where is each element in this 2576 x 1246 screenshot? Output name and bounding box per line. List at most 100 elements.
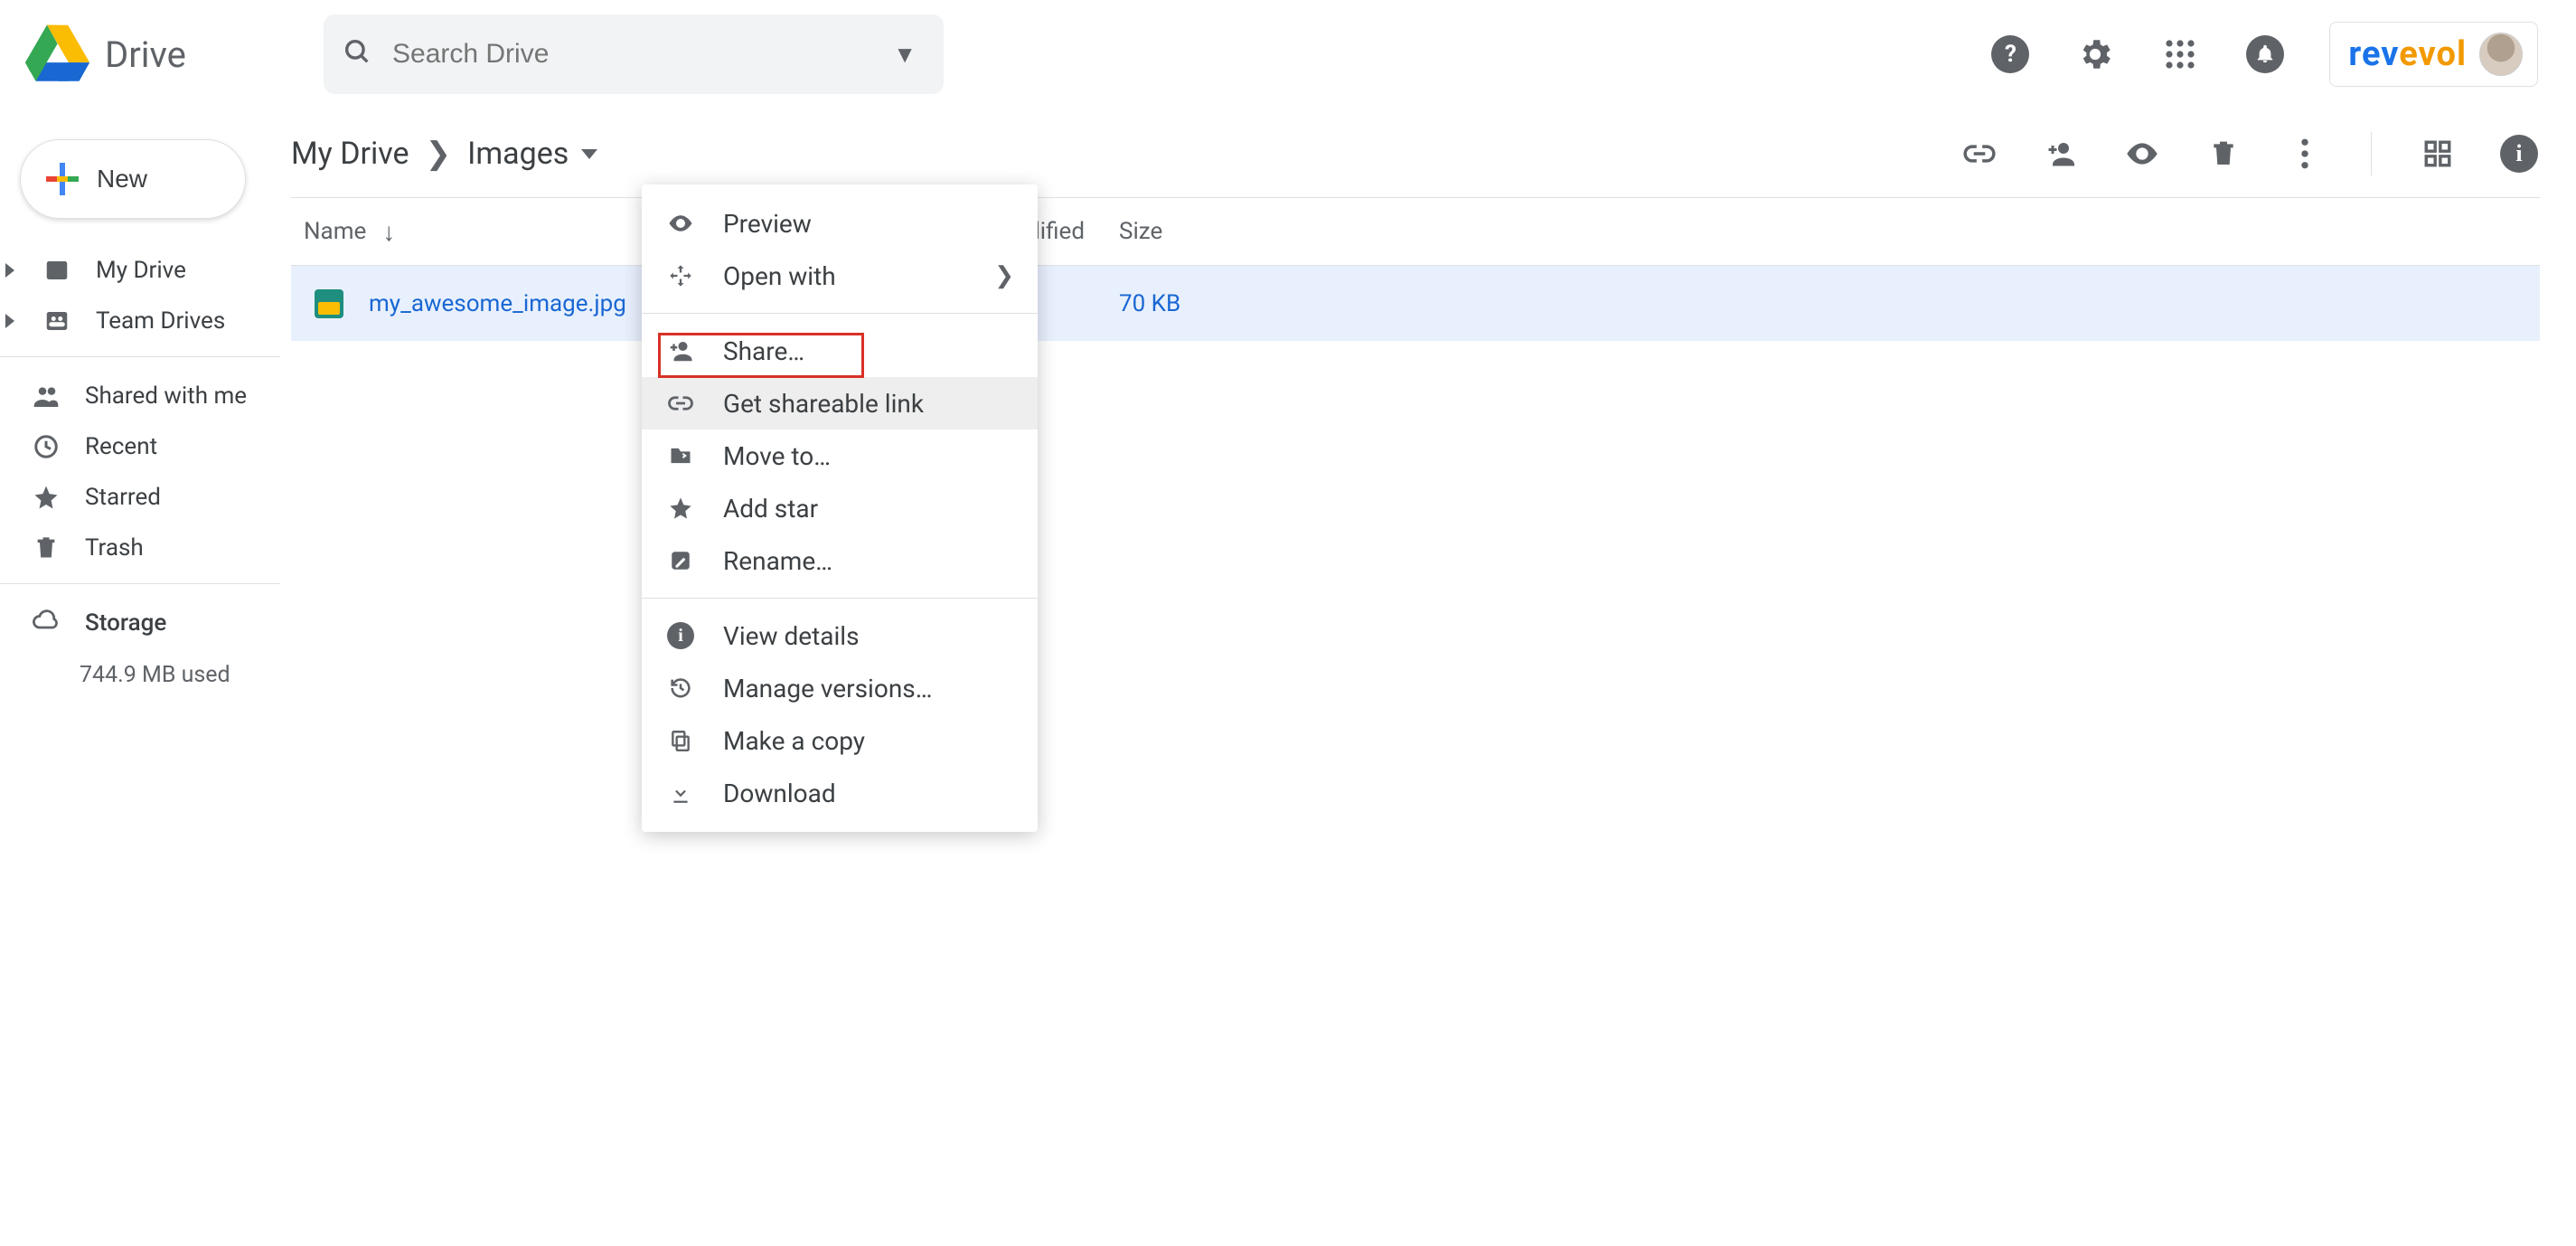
- download-icon: [665, 781, 696, 805]
- get-link-button[interactable]: [1959, 133, 2000, 175]
- table-header: Name ↓ Owner Last modified Size: [291, 198, 2540, 265]
- context-menu-download[interactable]: Download: [642, 767, 1038, 819]
- view-details-button[interactable]: i: [2498, 133, 2540, 175]
- storage-icon: [31, 609, 61, 637]
- main-content: My Drive ❯ Images i Name: [280, 109, 2576, 688]
- column-header-size[interactable]: Size: [1119, 218, 1246, 245]
- context-menu-share[interactable]: Share…: [642, 325, 1038, 377]
- sidebar-item-recent[interactable]: Recent: [0, 422, 280, 471]
- file-thumbnail-icon: [315, 289, 343, 318]
- notifications-button[interactable]: [2244, 33, 2286, 75]
- person-add-icon: [665, 337, 696, 364]
- team-drives-icon: [42, 307, 72, 335]
- person-add-icon: [2045, 137, 2077, 170]
- context-menu-label: Rename…: [723, 546, 832, 576]
- trash-icon: [31, 535, 61, 561]
- sidebar-item-label: Recent: [85, 433, 157, 460]
- star-icon: [665, 496, 696, 521]
- help-button[interactable]: ?: [1989, 33, 2031, 75]
- rename-icon: [665, 549, 696, 572]
- sidebar-item-storage[interactable]: Storage: [0, 599, 280, 647]
- trash-icon: [2209, 139, 2238, 168]
- settings-button[interactable]: [2074, 33, 2116, 75]
- eye-icon: [2124, 136, 2160, 172]
- sidebar-item-label: Team Drives: [96, 307, 225, 335]
- context-menu-move-to[interactable]: Move to…: [642, 429, 1038, 482]
- new-button-label: New: [97, 165, 147, 194]
- context-menu-separator: [642, 598, 1038, 599]
- breadcrumb-root[interactable]: My Drive: [291, 136, 409, 172]
- apps-button[interactable]: [2159, 33, 2201, 75]
- breadcrumb-current-label: Images: [467, 136, 569, 172]
- context-menu-label: Add star: [723, 494, 818, 524]
- context-menu-label: Open with: [723, 261, 836, 291]
- search-options-dropdown-icon[interactable]: ▼: [884, 41, 926, 69]
- gear-icon: [2076, 35, 2114, 73]
- info-icon: i: [2500, 135, 2538, 173]
- sidebar-item-team-drives[interactable]: Team Drives: [0, 297, 280, 345]
- file-size: 70 KB: [1119, 290, 1246, 317]
- more-vert-icon: [2300, 138, 2309, 169]
- grid-view-icon: [2422, 138, 2453, 169]
- sidebar-divider: [0, 583, 280, 584]
- sidebar-item-my-drive[interactable]: My Drive: [0, 246, 280, 295]
- sidebar-item-starred[interactable]: Starred: [0, 473, 280, 522]
- sidebar: New My Drive Team Drives Shared with me: [0, 109, 280, 688]
- my-drive-icon: [42, 257, 72, 284]
- chevron-right-icon: ❯: [994, 262, 1014, 289]
- app-title: Drive: [105, 33, 186, 76]
- context-menu-label: Move to…: [723, 441, 831, 471]
- sidebar-item-label: Starred: [85, 484, 161, 511]
- search-box[interactable]: ▼: [324, 14, 944, 94]
- context-menu-manage-versions[interactable]: Manage versions…: [642, 662, 1038, 714]
- sidebar-item-trash[interactable]: Trash: [0, 524, 280, 572]
- context-menu-label: View details: [723, 621, 860, 651]
- context-menu-preview[interactable]: Preview: [642, 197, 1038, 250]
- shared-icon: [31, 382, 61, 411]
- context-menu-label: Manage versions…: [723, 674, 932, 703]
- sidebar-item-label: Storage: [85, 609, 166, 637]
- account-brand-card[interactable]: revevol: [2329, 22, 2538, 87]
- toolbar-separator: [2371, 132, 2372, 175]
- breadcrumb-current[interactable]: Images: [467, 136, 597, 172]
- plus-icon: [46, 163, 79, 195]
- delete-button[interactable]: [2203, 133, 2244, 175]
- column-header-name-label: Name: [304, 218, 366, 245]
- breadcrumb: My Drive ❯ Images i: [291, 114, 2540, 194]
- user-avatar[interactable]: [2479, 33, 2523, 76]
- link-icon: [665, 390, 696, 417]
- info-icon: i: [665, 622, 696, 649]
- top-right-controls: ? revevol: [1989, 22, 2551, 87]
- help-icon: ?: [1991, 35, 2029, 73]
- context-menu-label: Download: [723, 779, 836, 808]
- context-menu-rename[interactable]: Rename…: [642, 534, 1038, 587]
- more-actions-button[interactable]: [2284, 133, 2326, 175]
- link-icon: [1962, 137, 1997, 171]
- expand-icon: [5, 314, 14, 328]
- apps-grid-icon: [2164, 38, 2196, 71]
- context-menu-add-star[interactable]: Add star: [642, 482, 1038, 534]
- drive-logo-area[interactable]: Drive: [25, 22, 315, 87]
- context-menu-open-with[interactable]: Open with ❯: [642, 250, 1038, 302]
- table-row[interactable]: my_awesome_image.jpg 2018 70 KB: [291, 265, 2540, 341]
- preview-button[interactable]: [2121, 133, 2163, 175]
- sidebar-item-shared-with-me[interactable]: Shared with me: [0, 372, 280, 420]
- share-button[interactable]: [2040, 133, 2082, 175]
- search-input[interactable]: [390, 38, 884, 71]
- context-menu-label: Preview: [723, 209, 812, 239]
- sidebar-divider: [0, 356, 280, 357]
- drive-logo-icon: [25, 22, 90, 87]
- context-menu-label: Make a copy: [723, 726, 865, 756]
- context-menu-label: Get shareable link: [723, 389, 924, 419]
- chevron-right-icon: ❯: [426, 136, 452, 172]
- layout-toggle-button[interactable]: [2417, 133, 2458, 175]
- context-menu-view-details[interactable]: i View details: [642, 609, 1038, 662]
- context-menu-make-copy[interactable]: Make a copy: [642, 714, 1038, 767]
- sidebar-item-label: Trash: [85, 534, 144, 562]
- context-menu-get-shareable-link[interactable]: Get shareable link: [642, 377, 1038, 429]
- new-button[interactable]: New: [20, 139, 246, 219]
- top-bar: Drive ▼ ? revevol: [0, 0, 2576, 109]
- file-name: my_awesome_image.jpg: [369, 290, 626, 317]
- file-toolbar: i: [1959, 132, 2540, 175]
- folder-move-icon: [665, 443, 696, 468]
